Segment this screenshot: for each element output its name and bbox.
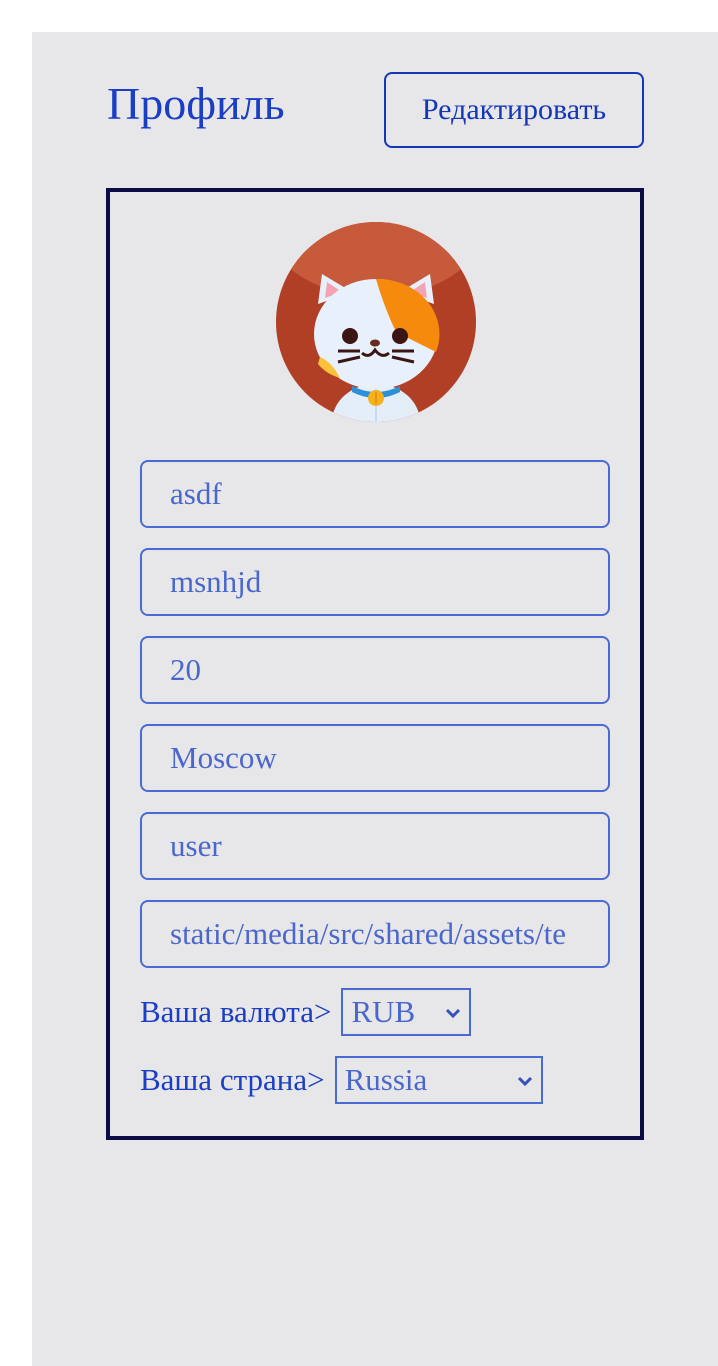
profile-page: Профиль Редактировать asdf msnhjd 20 Mos… bbox=[32, 32, 718, 1366]
chevron-down-icon bbox=[446, 1008, 461, 1019]
role-field[interactable] bbox=[140, 812, 610, 880]
last-name-field[interactable] bbox=[140, 548, 610, 616]
currency-select[interactable]: RUB bbox=[341, 988, 472, 1036]
country-selected-value: Russia bbox=[344, 1062, 428, 1097]
profile-card: Ваша валюта> RUB Ваша страна> Russia bbox=[106, 188, 644, 1140]
edit-button[interactable]: Редактировать bbox=[384, 72, 644, 148]
country-row: Ваша страна> Russia bbox=[140, 1056, 543, 1104]
chevron-down-icon bbox=[517, 1076, 532, 1087]
cat-avatar-icon bbox=[276, 222, 476, 422]
city-field[interactable] bbox=[140, 724, 610, 792]
country-label: Ваша страна> bbox=[140, 1062, 325, 1097]
currency-label: Ваша валюта> bbox=[140, 994, 332, 1029]
first-name-field[interactable] bbox=[140, 460, 610, 528]
currency-selected-value: RUB bbox=[351, 994, 416, 1029]
age-field[interactable] bbox=[140, 636, 610, 704]
avatar-path-field[interactable] bbox=[140, 900, 610, 968]
page-title: Профиль bbox=[107, 78, 285, 129]
country-select[interactable]: Russia bbox=[334, 1056, 543, 1104]
currency-row: Ваша валюта> RUB bbox=[140, 988, 472, 1036]
